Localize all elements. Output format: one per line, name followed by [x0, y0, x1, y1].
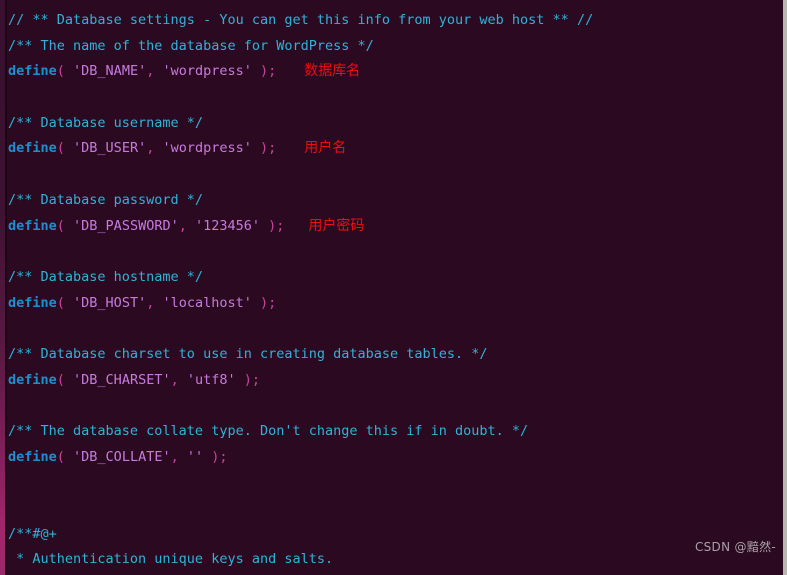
- comment-text: /** The name of the database for WordPre…: [8, 37, 374, 54]
- comment-text: /** Database charset to use in creating …: [8, 345, 488, 362]
- comment-text: /** Database username */: [8, 114, 204, 131]
- close-paren-semicolon: );: [251, 140, 277, 157]
- argument-comma: ,: [170, 448, 187, 465]
- comment-text: /** The database collate type. Don't cha…: [8, 423, 529, 439]
- close-paren-semicolon: );: [203, 448, 228, 465]
- constant-name-string: 'DB_NAME': [73, 63, 147, 80]
- code-line-comment[interactable]: /** The name of the database for WordPre…: [8, 34, 781, 60]
- constant-value-string: 'utf8': [186, 371, 236, 388]
- constant-value-string: 'wordpress': [162, 63, 252, 80]
- close-paren-semicolon: );: [251, 294, 277, 311]
- code-line-blank[interactable]: [8, 239, 781, 265]
- vertical-scrollbar[interactable]: [783, 0, 787, 575]
- comment-text: /** Database hostname */: [8, 268, 204, 285]
- code-line-define[interactable]: define( 'DB_USER', 'wordpress' ); 用户名: [8, 136, 781, 162]
- constant-name-string: 'DB_USER': [73, 140, 147, 157]
- comment-text: // ** Database settings - You can get th…: [8, 12, 594, 28]
- constant-name-string: 'DB_COLLATE': [73, 448, 171, 465]
- open-paren: (: [56, 217, 74, 234]
- red-annotation-label: 用户密码: [308, 217, 365, 234]
- open-paren: (: [56, 448, 74, 465]
- constant-name-string: 'DB_CHARSET': [73, 371, 171, 388]
- constant-name-string: 'DB_HOST': [73, 294, 147, 311]
- code-line-blank[interactable]: [8, 393, 781, 419]
- code-line-comment[interactable]: /** Database charset to use in creating …: [8, 342, 781, 368]
- code-line-comment[interactable]: * Authentication unique keys and salts.: [8, 547, 781, 573]
- code-line-comment[interactable]: /** Database username */: [8, 111, 781, 137]
- close-paren-semicolon: );: [251, 63, 277, 80]
- open-paren: (: [56, 371, 74, 388]
- open-paren: (: [56, 140, 74, 157]
- close-paren-semicolon: );: [235, 371, 261, 388]
- define-keyword: define: [8, 63, 57, 80]
- argument-comma: ,: [170, 371, 187, 388]
- editor-gutter-divider: [5, 0, 7, 575]
- code-line-blank[interactable]: [8, 316, 781, 342]
- argument-comma: ,: [146, 294, 163, 311]
- code-line-blank[interactable]: [8, 496, 781, 522]
- watermark-label: CSDN @黯然-: [694, 540, 776, 555]
- constant-value-string: 'localhost': [162, 294, 252, 311]
- code-editor-pane[interactable]: // ** Database settings - You can get th…: [0, 0, 787, 575]
- constant-value-string: '': [186, 448, 204, 465]
- constant-value-string: '123456': [194, 217, 261, 234]
- code-line-blank[interactable]: [8, 85, 781, 111]
- code-line-define[interactable]: define( 'DB_HOST', 'localhost' );: [8, 291, 781, 317]
- code-line-define[interactable]: define( 'DB_PASSWORD', '123456' ); 用户密码: [8, 214, 781, 240]
- argument-comma: ,: [146, 140, 163, 157]
- close-paren-semicolon: );: [260, 217, 285, 234]
- constant-value-string: 'wordpress': [162, 140, 252, 157]
- comment-text: /** Database password */: [8, 191, 204, 208]
- define-keyword: define: [8, 217, 57, 234]
- argument-comma: ,: [146, 63, 163, 80]
- define-keyword: define: [8, 371, 57, 388]
- define-keyword: define: [8, 448, 57, 465]
- argument-comma: ,: [178, 217, 195, 234]
- code-line-define[interactable]: define( 'DB_NAME', 'wordpress' ); 数据库名: [8, 59, 781, 85]
- open-paren: (: [56, 63, 74, 80]
- red-annotation-label: 用户名: [304, 140, 347, 157]
- code-line-comment[interactable]: /**#@+: [8, 522, 781, 548]
- code-line-comment[interactable]: /** Database password */: [8, 188, 781, 214]
- code-line-blank[interactable]: [8, 470, 781, 496]
- code-line-blank[interactable]: [8, 162, 781, 188]
- define-keyword: define: [8, 294, 57, 311]
- red-annotation-label: 数据库名: [304, 63, 361, 80]
- code-line-comment[interactable]: // ** Database settings - You can get th…: [8, 8, 781, 34]
- comment-text: /**#@+: [8, 525, 57, 542]
- code-content[interactable]: // ** Database settings - You can get th…: [8, 8, 781, 575]
- constant-name-string: 'DB_PASSWORD': [73, 217, 179, 234]
- code-line-define[interactable]: define( 'DB_COLLATE', '' );: [8, 445, 781, 471]
- open-paren: (: [56, 294, 74, 311]
- code-line-define[interactable]: define( 'DB_CHARSET', 'utf8' );: [8, 368, 781, 394]
- code-line-comment[interactable]: /** Database hostname */: [8, 265, 781, 291]
- comment-text: * Authentication unique keys and salts.: [8, 551, 334, 568]
- code-line-comment[interactable]: /** The database collate type. Don't cha…: [8, 419, 781, 445]
- define-keyword: define: [8, 140, 57, 157]
